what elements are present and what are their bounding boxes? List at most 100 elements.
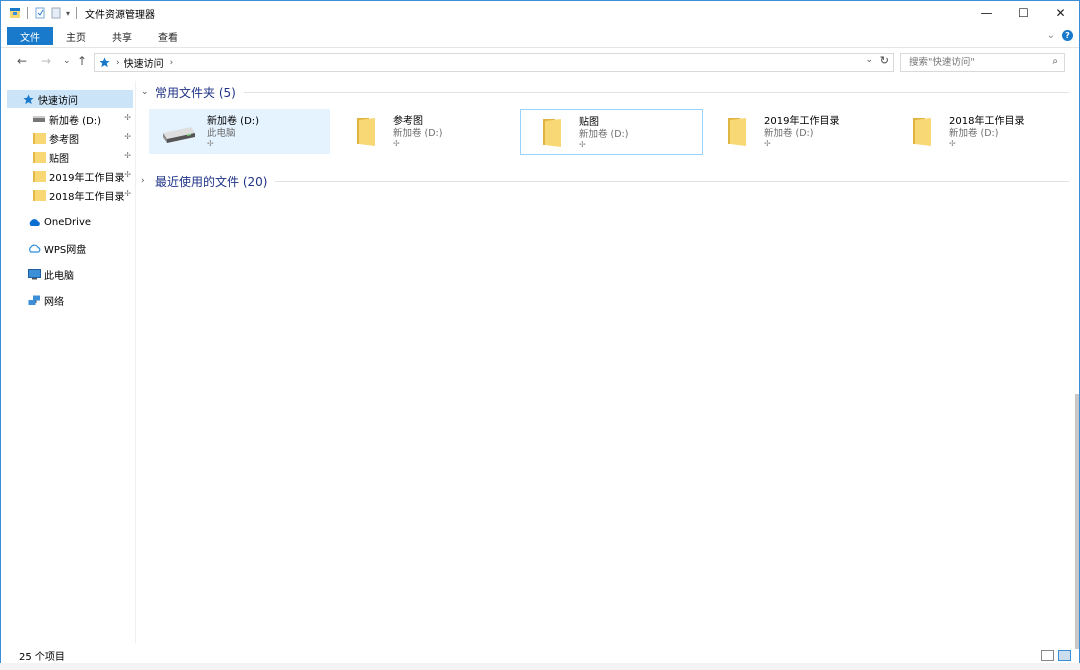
tile-location: 新加卷 (D:): [393, 128, 443, 139]
star-icon: [99, 57, 110, 68]
tile-location: 新加卷 (D:): [579, 129, 629, 140]
details-view-icon[interactable]: [1041, 650, 1054, 661]
minimize-button[interactable]: —: [968, 1, 1005, 25]
chevron-right-icon[interactable]: ›: [141, 176, 153, 186]
pin-icon: ✢: [764, 139, 771, 148]
expand-ribbon-icon[interactable]: ⌄: [1047, 30, 1055, 41]
folder-icon: [533, 116, 567, 148]
drive-icon: [161, 115, 195, 147]
sidebar-item-reference[interactable]: 参考图 ✢: [1, 129, 135, 147]
sidebar-item-network[interactable]: 网络: [1, 291, 135, 309]
tile-textures[interactable]: 贴图 新加卷 (D:) ✢: [520, 109, 703, 155]
onedrive-cloud-icon: [27, 216, 41, 228]
sidebar-item-label: 网络: [44, 296, 64, 308]
view-switcher: [1041, 650, 1071, 661]
star-icon: [21, 93, 35, 105]
ribbon-tabs: 文件 主页 共享 查看: [1, 26, 1079, 46]
group-title: 常用文件夹 (5): [155, 85, 236, 100]
sidebar-item-wps-cloud[interactable]: WPS网盘: [1, 239, 135, 257]
breadcrumb-separator[interactable]: ›: [116, 58, 120, 68]
separator: [76, 7, 78, 19]
group-divider: [243, 91, 1069, 93]
tile-location: 此电脑: [207, 128, 236, 139]
folder-icon: [718, 115, 752, 147]
chevron-down-icon[interactable]: ⌄: [141, 87, 153, 97]
tile-reference[interactable]: 参考图 新加卷 (D:) ✢: [335, 109, 516, 154]
pin-icon: ✢: [579, 140, 586, 149]
explorer-app-icon: [9, 7, 21, 19]
address-bar[interactable]: › 快速访问 › ⌄ ↻: [94, 53, 894, 72]
sidebar-item-textures[interactable]: 贴图 ✢: [1, 148, 135, 166]
tile-2018-workdir[interactable]: 2018年工作目录 新加卷 (D:) ✢: [891, 109, 1072, 154]
ribbon-divider: [1, 47, 1079, 48]
properties-icon[interactable]: [34, 7, 46, 19]
search-box[interactable]: ⌕: [900, 53, 1065, 72]
window-controls: — ☐ ✕: [968, 1, 1079, 25]
folder-icon: [32, 132, 46, 144]
up-arrow-icon[interactable]: ↑: [77, 54, 87, 68]
tab-view[interactable]: 查看: [145, 27, 191, 45]
content-pane: ⌄ 常用文件夹 (5) 新加卷 (D:) 此电脑 ✢ 参考图 新加卷 (D:) …: [141, 79, 1071, 643]
recent-files-header[interactable]: › 最近使用的文件 (20): [141, 171, 1069, 191]
item-count: 25 个项目: [19, 651, 65, 663]
pin-icon: ✢: [207, 139, 214, 148]
tab-file[interactable]: 文件: [7, 27, 53, 45]
ribbon-right-controls: ⌄ ?: [1047, 30, 1073, 41]
tile-2019-workdir[interactable]: 2019年工作目录 新加卷 (D:) ✢: [706, 109, 887, 154]
explorer-window: ▾ 文件资源管理器 — ☐ ✕ 文件 主页 共享 查看 ⌄ ? ← → ⌄ ↑ …: [0, 0, 1080, 664]
navigation-pane: 快速访问 新加卷 (D:) ✢ 参考图 ✢ 贴图 ✢ 2019年工作目录 ✢ 2…: [1, 81, 136, 643]
navigation-bar: ← → ⌄ ↑ › 快速访问 › ⌄ ↻ ⌕: [1, 51, 1079, 73]
breadcrumb-separator[interactable]: ›: [170, 58, 174, 68]
sidebar-item-label: 快速访问: [38, 95, 78, 107]
recent-locations-icon[interactable]: ⌄: [63, 56, 71, 66]
address-dropdown-icon[interactable]: ⌄: [865, 55, 873, 65]
sidebar-item-label: 参考图: [49, 134, 79, 146]
computer-icon: [27, 268, 41, 280]
maximize-button[interactable]: ☐: [1005, 1, 1042, 25]
sidebar-item-label: 2018年工作目录: [49, 191, 125, 203]
refresh-icon[interactable]: ↻: [880, 54, 889, 67]
sidebar-item-onedrive[interactable]: OneDrive: [1, 213, 135, 231]
pin-icon[interactable]: ✢: [124, 113, 131, 122]
sidebar-item-label: OneDrive: [44, 216, 92, 228]
sidebar-item-this-pc[interactable]: 此电脑: [1, 265, 135, 283]
sidebar-item-label: 新加卷 (D:): [49, 115, 102, 127]
search-input[interactable]: [907, 56, 1041, 69]
pin-icon[interactable]: ✢: [124, 132, 131, 141]
help-icon[interactable]: ?: [1062, 30, 1073, 41]
tab-home[interactable]: 主页: [53, 27, 99, 45]
tile-drive-d[interactable]: 新加卷 (D:) 此电脑 ✢: [149, 109, 330, 154]
window-edge-scrollbar[interactable]: [1075, 394, 1079, 649]
sidebar-item-2018-workdir[interactable]: 2018年工作目录 ✢: [1, 186, 135, 204]
frequent-folders-header[interactable]: ⌄ 常用文件夹 (5): [141, 82, 1069, 102]
tile-location: 新加卷 (D:): [949, 128, 999, 139]
tile-location: 新加卷 (D:): [764, 128, 814, 139]
search-icon[interactable]: ⌕: [1052, 56, 1058, 67]
pin-icon[interactable]: ✢: [124, 151, 131, 160]
sidebar-item-quick-access[interactable]: 快速访问: [7, 90, 133, 108]
quick-access-toolbar: ▾ 文件资源管理器: [9, 6, 155, 21]
background-strip: [0, 663, 1080, 670]
close-button[interactable]: ✕: [1042, 1, 1079, 25]
network-icon: [27, 294, 41, 306]
pin-icon: ✢: [393, 139, 400, 148]
pin-icon: ✢: [949, 139, 956, 148]
back-arrow-icon[interactable]: ←: [17, 54, 27, 68]
forward-arrow-icon[interactable]: →: [41, 54, 51, 68]
new-folder-icon[interactable]: [50, 7, 62, 19]
pin-icon[interactable]: ✢: [124, 189, 131, 198]
pin-icon[interactable]: ✢: [124, 170, 131, 179]
title-bar: ▾ 文件资源管理器 — ☐ ✕: [1, 1, 1079, 25]
group-title: 最近使用的文件 (20): [155, 174, 268, 189]
large-icons-view-icon[interactable]: [1058, 650, 1071, 661]
tab-share[interactable]: 共享: [99, 27, 145, 45]
folder-icon: [903, 115, 937, 147]
folder-icon: [32, 151, 46, 163]
breadcrumb-quick-access[interactable]: 快速访问: [124, 55, 164, 70]
folder-icon: [347, 115, 381, 147]
sidebar-item-drive-d[interactable]: 新加卷 (D:) ✢: [1, 110, 135, 128]
sidebar-item-label: 此电脑: [44, 270, 74, 282]
customize-toolbar-icon[interactable]: ▾: [66, 9, 70, 18]
sidebar-item-2019-workdir[interactable]: 2019年工作目录 ✢: [1, 167, 135, 185]
separator: [27, 7, 28, 19]
